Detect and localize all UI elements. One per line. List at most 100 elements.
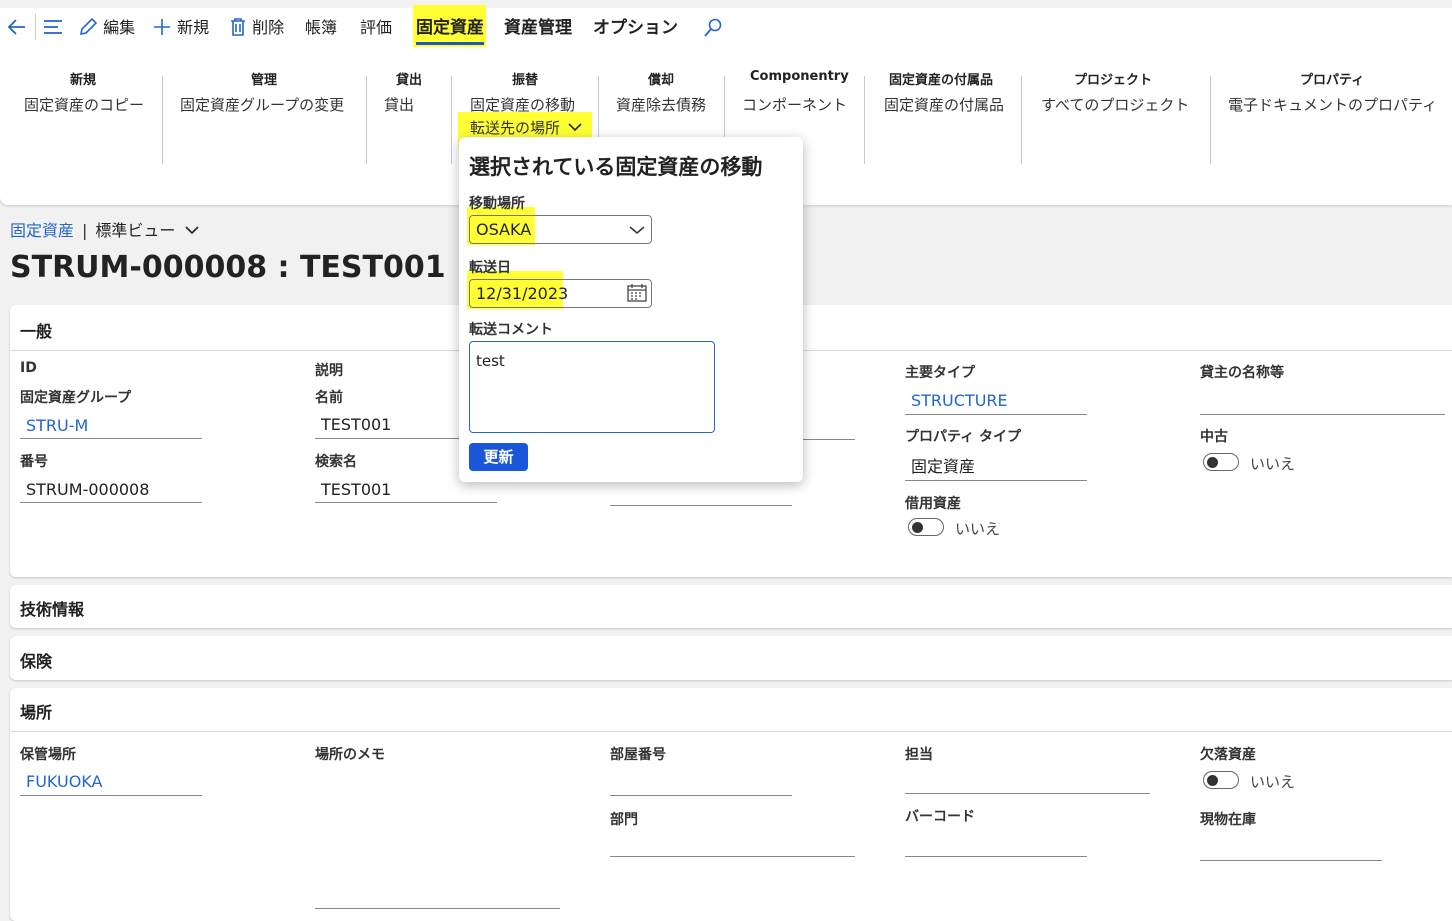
borrowed-asset-value: いいえ bbox=[955, 520, 1001, 538]
menu-icon[interactable] bbox=[42, 17, 64, 37]
main-type-field[interactable]: STRUCTURE bbox=[905, 391, 1008, 410]
move-location-label: 移動場所 bbox=[469, 196, 525, 212]
field-underline bbox=[20, 438, 202, 439]
group-separator bbox=[366, 76, 367, 164]
toolbar-divider bbox=[35, 14, 36, 40]
number-field[interactable]: STRUM-000008 bbox=[20, 480, 149, 499]
field-underline bbox=[905, 480, 1087, 481]
delete-button[interactable]: 削除 bbox=[229, 16, 284, 42]
location-memo-label: 場所のメモ bbox=[315, 747, 385, 763]
location-section-header[interactable]: 場所 bbox=[20, 699, 52, 723]
borrowed-asset-label: 借用資産 bbox=[905, 496, 961, 512]
transfer-location-label: 転送先の場所 bbox=[470, 119, 561, 137]
flyout-title: 選択されている固定資産の移動 bbox=[469, 155, 763, 179]
group-title-depreciation: 償却 bbox=[648, 73, 675, 88]
name-label: 名前 bbox=[315, 390, 343, 406]
id-group-header: ID bbox=[20, 360, 37, 376]
breadcrumb-module-link[interactable]: 固定資産 bbox=[10, 221, 74, 240]
field-underline bbox=[905, 856, 1087, 857]
group-title-properties: プロパティ bbox=[1300, 73, 1365, 88]
new-label: 新規 bbox=[177, 18, 210, 37]
ledger-button[interactable]: 帳簿 bbox=[305, 16, 337, 42]
group-separator bbox=[864, 76, 865, 164]
field-underline bbox=[610, 795, 792, 796]
plus-icon bbox=[154, 19, 170, 35]
storage-location-field[interactable]: FUKUOKA bbox=[20, 772, 102, 791]
field-underline bbox=[20, 795, 202, 796]
used-label: 中古 bbox=[1200, 429, 1228, 445]
missing-asset-toggle[interactable] bbox=[1203, 771, 1239, 789]
transfer-location-dropdown[interactable]: 転送先の場所 bbox=[470, 117, 582, 138]
missing-asset-label: 欠落資産 bbox=[1200, 747, 1256, 763]
group-separator bbox=[451, 76, 452, 164]
insurance-section[interactable]: 保険 bbox=[10, 636, 1452, 680]
tab-asset-management[interactable]: 資産管理 bbox=[504, 16, 572, 42]
transfer-date-input[interactable]: 12/31/2023 bbox=[469, 279, 652, 308]
document-properties-button[interactable]: 電子ドキュメントのプロパティ bbox=[1228, 94, 1437, 115]
group-title-projects: プロジェクト bbox=[1074, 73, 1153, 88]
physical-inventory-label: 現物在庫 bbox=[1200, 812, 1256, 828]
asset-group-field[interactable]: STRU-M bbox=[20, 416, 88, 435]
breadcrumb: 固定資産 | 標準ビュー bbox=[10, 217, 199, 241]
missing-asset-value: いいえ bbox=[1250, 773, 1296, 791]
technical-info-header[interactable]: 技術情報 bbox=[20, 596, 84, 620]
field-underline bbox=[20, 502, 202, 503]
search-icon[interactable] bbox=[702, 17, 724, 39]
tab-options[interactable]: オプション bbox=[593, 16, 678, 42]
edit-label: 編集 bbox=[103, 18, 136, 37]
evaluation-button[interactable]: 評価 bbox=[360, 16, 392, 42]
chevron-down-icon bbox=[629, 226, 645, 234]
group-separator bbox=[1210, 76, 1211, 164]
retirement-obligation-button[interactable]: 資産除去債務 bbox=[616, 94, 706, 115]
insurance-header[interactable]: 保険 bbox=[20, 648, 52, 672]
change-asset-group-button[interactable]: 固定資産グループの変更 bbox=[180, 94, 344, 115]
new-button[interactable]: 新規 bbox=[152, 16, 209, 42]
transfer-comment-textarea[interactable]: test bbox=[469, 341, 715, 433]
field-underline bbox=[905, 414, 1087, 415]
breadcrumb-separator: | bbox=[82, 221, 88, 240]
main-type-label: 主要タイプ bbox=[905, 365, 975, 381]
transfer-date-value: 12/31/2023 bbox=[476, 284, 569, 303]
group-title-lending: 貸出 bbox=[396, 73, 423, 88]
accessories-button[interactable]: 固定資産の付属品 bbox=[884, 94, 1004, 115]
group-separator bbox=[162, 76, 163, 164]
copy-asset-button[interactable]: 固定資産のコピー bbox=[24, 94, 144, 115]
used-value: いいえ bbox=[1250, 455, 1296, 473]
transfer-asset-button[interactable]: 固定資産の移動 bbox=[470, 94, 575, 115]
move-location-select[interactable]: OSAKA bbox=[469, 215, 652, 244]
lend-button[interactable]: 貸出 bbox=[384, 94, 414, 115]
chevron-down-icon bbox=[568, 123, 582, 132]
all-projects-button[interactable]: すべてのプロジェクト bbox=[1041, 94, 1189, 115]
used-toggle[interactable] bbox=[1203, 453, 1239, 471]
name-field[interactable]: TEST001 bbox=[315, 415, 391, 434]
delete-label: 削除 bbox=[252, 18, 285, 37]
number-label: 番号 bbox=[20, 454, 48, 470]
owner-label: 担当 bbox=[905, 747, 933, 763]
view-name: 標準ビュー bbox=[95, 221, 176, 240]
lessor-name-label: 貸主の名称等 bbox=[1200, 365, 1284, 381]
components-button[interactable]: コンポーネント bbox=[742, 94, 847, 115]
property-type-field[interactable]: 固定資産 bbox=[905, 453, 975, 477]
storage-location-label: 保管場所 bbox=[20, 747, 76, 763]
back-arrow-icon[interactable] bbox=[6, 16, 28, 38]
chevron-down-icon bbox=[184, 226, 199, 235]
group-title-transfer: 振替 bbox=[512, 73, 539, 88]
field-underline bbox=[1200, 414, 1445, 415]
general-section-header[interactable]: 一般 bbox=[20, 318, 52, 342]
calendar-icon[interactable] bbox=[627, 284, 647, 302]
tab-fixed-assets[interactable]: 固定資産 bbox=[416, 16, 484, 42]
tab-active-indicator bbox=[416, 42, 484, 45]
group-title-accessories: 固定資産の付属品 bbox=[889, 73, 994, 88]
search-name-field[interactable]: TEST001 bbox=[315, 480, 391, 499]
location-section: 場所 保管場所 FUKUOKA 場所のメモ 部屋番号 部門 担当 バーコード 欠… bbox=[10, 688, 1452, 921]
transfer-date-label: 転送日 bbox=[469, 260, 511, 276]
borrowed-asset-toggle[interactable] bbox=[908, 518, 944, 536]
view-selector[interactable]: 標準ビュー bbox=[95, 221, 199, 240]
technical-info-section[interactable]: 技術情報 bbox=[10, 585, 1452, 628]
property-type-label: プロパティ タイプ bbox=[905, 429, 1022, 445]
update-button[interactable]: 更新 bbox=[469, 443, 528, 471]
group-title-componentry: Componentry bbox=[750, 69, 849, 84]
field-underline bbox=[315, 908, 560, 909]
edit-button[interactable]: 編集 bbox=[78, 16, 135, 42]
transfer-comment-label: 転送コメント bbox=[469, 322, 553, 338]
